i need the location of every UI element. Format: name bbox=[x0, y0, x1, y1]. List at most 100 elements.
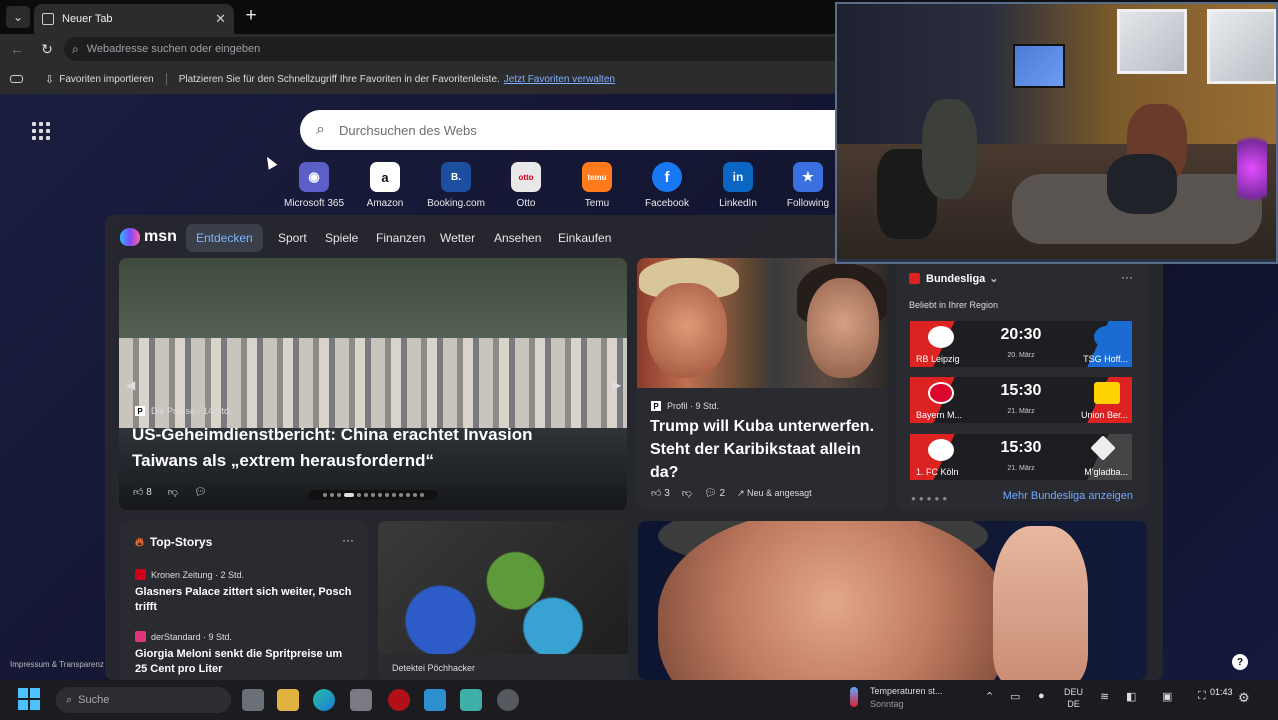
quick-link-following[interactable]: ★ Following bbox=[772, 162, 844, 209]
quick-link-booking[interactable]: B. Booking.com bbox=[420, 162, 492, 209]
hero-news-card[interactable]: P Die Presse · 14 Std. US-Geheimdienstbe… bbox=[119, 258, 627, 510]
taskbar-search[interactable]: ⌕ Suche bbox=[56, 687, 231, 713]
quick-link-otto[interactable]: otto Otto bbox=[490, 162, 562, 209]
nav-entdecken[interactable]: Entdecken bbox=[186, 224, 263, 252]
quick-link-linkedin[interactable]: in LinkedIn bbox=[702, 162, 774, 209]
feature-image-card[interactable] bbox=[638, 521, 1147, 680]
apps-grid-icon[interactable] bbox=[32, 122, 50, 140]
bundesliga-header[interactable]: Bundesliga ⌄ bbox=[909, 272, 999, 285]
volume-icon[interactable]: ◧ bbox=[1126, 690, 1136, 703]
like-button[interactable]: 👍︎ 3 bbox=[651, 487, 670, 499]
more-bundesliga-link[interactable]: Mehr Bundesliga anzeigen bbox=[1003, 490, 1133, 502]
web-search-input[interactable]: ⌕ Durchsuchen des Webs bbox=[300, 110, 835, 150]
carousel-dots[interactable] bbox=[308, 490, 438, 500]
story-headline[interactable]: Giorgia Meloni senkt die Spritpreise um … bbox=[135, 647, 355, 677]
weather-text: Temperaturen st... bbox=[870, 686, 943, 696]
help-icon[interactable]: ? bbox=[1232, 654, 1248, 670]
quick-link-label: Temu bbox=[584, 198, 610, 209]
widget-page-dots[interactable]: ●●●●● bbox=[911, 494, 950, 503]
weather-widget[interactable]: Temperaturen st... Sonntag bbox=[850, 685, 943, 711]
comment-button[interactable]: 💬︎ 2 bbox=[704, 488, 725, 499]
language-indicator[interactable]: DEU DE bbox=[1064, 686, 1083, 710]
tab-new-tab[interactable]: Neuer Tab ✕ bbox=[34, 4, 234, 34]
card-time: 9 Std. bbox=[695, 401, 720, 411]
opera-icon[interactable] bbox=[388, 689, 410, 711]
address-input[interactable]: ⌕ Webadresse suchen oder eingeben bbox=[64, 37, 835, 61]
match-row[interactable]: RB Leipzig 20:30 20. März TSG Hoff... bbox=[910, 321, 1132, 367]
card-reactions: 👍︎ 3 👎︎ 💬︎ 2 ↗ Neu & angesagt bbox=[651, 487, 812, 500]
nav-ansehen[interactable]: Ansehen bbox=[484, 224, 551, 252]
quick-link-label: Facebook bbox=[645, 198, 689, 209]
wifi-icon[interactable]: ≋ bbox=[1100, 690, 1109, 703]
quick-link-amazon[interactable]: a Amazon bbox=[349, 162, 421, 209]
home-team-name: 1. FC Köln bbox=[916, 467, 959, 477]
app-icon[interactable] bbox=[424, 689, 446, 711]
store-icon[interactable] bbox=[350, 689, 372, 711]
tab-actions-chevron-icon[interactable]: ⌄ bbox=[6, 6, 30, 28]
address-placeholder: Webadresse suchen oder eingeben bbox=[86, 43, 261, 55]
match-time: 15:30 21. März bbox=[970, 439, 1072, 475]
ad-card-detektei[interactable]: Detektei Pöchhacker bbox=[378, 521, 628, 680]
more-options-icon[interactable]: ··· bbox=[1121, 270, 1133, 284]
carousel-next-icon[interactable]: ▶ bbox=[612, 378, 621, 392]
quick-link-label: Otto bbox=[516, 198, 536, 209]
windows-start-icon[interactable] bbox=[18, 688, 40, 710]
import-favorites-button[interactable]: Favoriten importieren bbox=[59, 74, 153, 85]
tab-title: Neuer Tab bbox=[62, 13, 113, 25]
taskbar-clock[interactable]: 01:43 bbox=[1210, 686, 1233, 698]
feature-image-face bbox=[658, 521, 1008, 680]
card-headline[interactable]: Trump will Kuba unterwerfen. Steht der K… bbox=[650, 415, 875, 484]
refresh-icon[interactable]: ↻ bbox=[38, 40, 56, 58]
quick-link-label: Microsoft 365 bbox=[283, 198, 345, 209]
story-source: Kronen Zeitung · 2 Std. bbox=[135, 569, 244, 580]
nav-einkaufen[interactable]: Einkaufen bbox=[548, 224, 621, 252]
bundesliga-icon bbox=[909, 273, 920, 284]
story-headline[interactable]: Glasners Palace zittert sich weiter, Pos… bbox=[135, 585, 355, 615]
story-time: 9 Std. bbox=[208, 631, 233, 642]
news-card-kuba[interactable]: P Profil · 9 Std. Trump will Kuba unterw… bbox=[637, 258, 887, 510]
search-placeholder: Durchsuchen des Webs bbox=[338, 122, 477, 138]
like-button[interactable]: 👍︎ 8 bbox=[133, 486, 152, 498]
quick-link-microsoft365[interactable]: ◉ Microsoft 365 bbox=[278, 162, 350, 209]
settings-gear-icon[interactable]: ⚙ bbox=[1238, 690, 1250, 706]
app-icon[interactable] bbox=[460, 689, 482, 711]
quick-link-temu[interactable]: temu Temu bbox=[561, 162, 633, 209]
close-tab-icon[interactable]: ✕ bbox=[215, 11, 226, 27]
carousel-prev-icon[interactable]: ◀ bbox=[126, 378, 135, 392]
tray-chevron-icon[interactable]: ⌃ bbox=[985, 690, 994, 703]
battery-icon[interactable]: ▣ bbox=[1162, 690, 1172, 703]
favorites-bar: ⇩ Favoriten importieren Platzieren Sie f… bbox=[0, 64, 835, 94]
fullscreen-icon[interactable]: ⛶ bbox=[1198, 690, 1206, 703]
new-tab-button[interactable]: + bbox=[240, 5, 262, 27]
task-view-icon[interactable] bbox=[242, 689, 264, 711]
app-icon[interactable] bbox=[497, 689, 519, 711]
quick-link-facebook[interactable]: f Facebook bbox=[631, 162, 703, 209]
dislike-icon[interactable]: 👎︎ bbox=[168, 486, 178, 498]
temu-icon: temu bbox=[582, 162, 612, 192]
manage-favorites-link[interactable]: Jetzt Favoriten verwalten bbox=[504, 74, 615, 85]
kickoff-time: 15:30 bbox=[1000, 382, 1042, 399]
dislike-icon[interactable]: 👎︎ bbox=[682, 487, 692, 499]
edge-icon[interactable] bbox=[313, 689, 335, 711]
more-options-icon[interactable]: ··· bbox=[342, 533, 354, 547]
top-stories-card: 🔥︎ Top-Storys ··· Kronen Zeitung · 2 Std.… bbox=[119, 521, 368, 680]
nav-finanzen[interactable]: Finanzen bbox=[366, 224, 435, 252]
webcam-overlay bbox=[835, 2, 1278, 264]
tray-mic-icon[interactable]: ● bbox=[1038, 690, 1045, 702]
divider bbox=[165, 73, 167, 85]
nav-sport[interactable]: Sport bbox=[268, 224, 317, 252]
match-row[interactable]: 1. FC Köln 15:30 21. März M'gladba... bbox=[910, 434, 1132, 480]
ad-image bbox=[378, 521, 628, 654]
tray-app-icon[interactable]: ▭ bbox=[1010, 690, 1020, 703]
nav-spiele[interactable]: Spiele bbox=[315, 224, 368, 252]
match-row[interactable]: Bayern M... 15:30 21. März Union Ber... bbox=[910, 377, 1132, 423]
back-arrow-icon[interactable]: ← bbox=[8, 40, 26, 58]
hero-headline[interactable]: US-Geheimdienstbericht: China erachtet I… bbox=[132, 422, 602, 474]
booking-icon: B. bbox=[441, 162, 471, 192]
msn-logo[interactable]: msn bbox=[120, 224, 177, 250]
impressum-link[interactable]: Impressum & Transparenz bbox=[10, 660, 104, 669]
nav-wetter[interactable]: Wetter bbox=[430, 224, 485, 252]
comment-icon[interactable]: 💬︎ bbox=[194, 487, 207, 498]
file-explorer-icon[interactable] bbox=[277, 689, 299, 711]
home-team: 1. FC Köln bbox=[910, 434, 970, 480]
